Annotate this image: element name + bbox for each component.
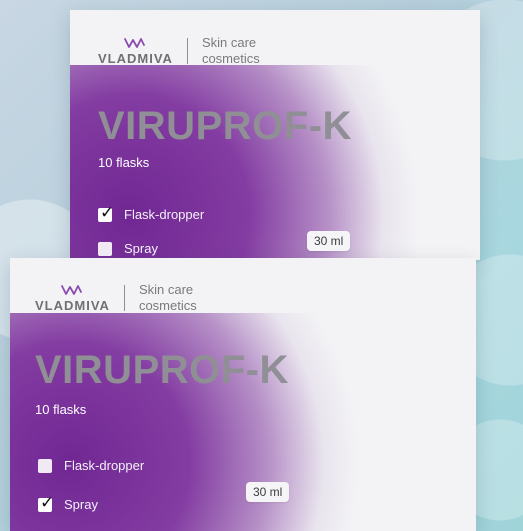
empty-checkbox-icon [98,241,112,256]
tagline-line1: Skin care [201,35,257,50]
brand-left: VLADMIVA [35,284,110,313]
brand-block: VLADMIVA Skin care cosmetics [98,35,260,67]
vladmiva-logo-icon [61,284,83,295]
option-label: Spray [124,241,158,256]
option-flask-dropper: Flask-dropper [38,458,144,473]
package-bottom: VLADMIVA Skin care cosmetics VIRUPROF-K … [10,258,476,531]
package-top: VLADMIVA Skin care cosmetics VIRUPROF-K … [70,10,480,260]
brand-name: VLADMIVA [98,50,173,66]
option-spray: Spray [98,241,158,256]
tagline-line2: cosmetics [201,51,260,66]
option-label: Spray [64,497,98,512]
option-label: Flask-dropper [124,207,205,222]
brand-tagline: Skin care cosmetics [139,282,197,314]
empty-checkbox-icon [38,458,52,473]
vladmiva-logo-icon [124,37,146,48]
brand-left: VLADMIVA [98,37,173,66]
product-title: VIRUPROF-K [98,104,352,148]
tagline-line1: Skin care [138,282,194,297]
option-flask-dropper: Flask-dropper [98,203,205,223]
checkmark-icon [38,493,54,513]
option-label: Flask-dropper [64,458,145,473]
tagline-line2: cosmetics [138,298,197,313]
volume-badge: 30 ml [307,231,351,251]
volume-badge: 30 ml [246,482,290,502]
product-boxes-photo: { "packages": [ { "brand_name": "VLADMIV… [0,0,523,531]
brand-divider [123,285,125,311]
brand-tagline: Skin care cosmetics [202,35,260,67]
brand-block: VLADMIVA Skin care cosmetics [35,282,197,314]
flask-count: 10 flasks [98,155,150,170]
flask-count: 10 flasks [35,402,87,417]
checkmark-icon [98,203,114,223]
option-spray: Spray [38,493,98,513]
brand-divider [186,38,188,64]
product-title: VIRUPROF-K [35,348,289,392]
brand-name: VLADMIVA [35,297,110,313]
